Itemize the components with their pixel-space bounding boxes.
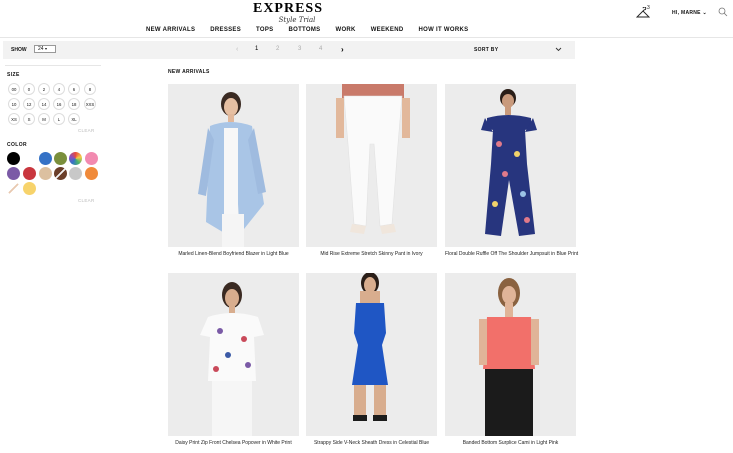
product-image[interactable] [445,84,576,247]
show-per-page-value: 24 [38,46,44,52]
product-card[interactable]: Daisy Print Zip Front Chelsea Popover in… [168,273,299,446]
chevron-down-icon: ▾ [44,46,47,51]
color-swatch-orange[interactable] [85,167,98,180]
color-swatch-grey[interactable] [69,167,82,180]
size-option[interactable]: 00 [8,83,20,95]
product-name[interactable]: Marled Linen-Blend Boyfriend Blazer in L… [168,251,299,257]
size-option[interactable]: 18 [68,98,80,110]
color-swatch-pink[interactable] [85,152,98,165]
color-swatch-green[interactable] [54,152,67,165]
product-image[interactable] [168,84,299,247]
color-swatch-white[interactable] [23,152,36,165]
color-swatch-red[interactable] [23,167,36,180]
header-divider [0,37,733,38]
nav-bottoms[interactable]: BOTTOMS [288,27,320,33]
clear-color-link[interactable]: CLEAR [78,198,95,203]
color-filter-title: COLOR [7,142,28,148]
logo-wordmark: EXPRESS [252,1,324,16]
greeting-label: HI, MARNE [672,10,701,16]
product-card[interactable]: Mid Rise Extreme Stretch Skinny Pant in … [306,84,437,257]
size-option[interactable]: 2 [38,83,50,95]
nav-tops[interactable]: TOPS [256,27,273,33]
product-name[interactable]: Banded Bottom Surplice Cami in Light Pin… [445,440,576,446]
previous-page-icon[interactable]: ‹ [236,46,238,53]
size-option[interactable]: XXS [84,98,96,110]
size-option[interactable]: M [38,113,50,125]
product-card[interactable]: Banded Bottom Surplice Cami in Light Pin… [445,273,576,446]
product-card[interactable]: Floral Double Ruffle Off The Shoulder Ju… [445,84,578,257]
brand-logo[interactable]: EXPRESS Style Trial [252,1,324,24]
product-card[interactable]: Strappy Side V-Neck Sheath Dress in Cele… [306,273,437,446]
search-icon[interactable] [718,7,728,17]
color-swatch-black[interactable] [7,152,20,165]
nav-dresses[interactable]: DRESSES [210,27,241,33]
nav-weekend[interactable]: WEEKEND [371,27,404,33]
logo-tagline: Style Trial [278,16,316,24]
results-toolbar: SHOW 24 ▾ ‹ 1 2 3 4 › SORT BY [3,41,575,59]
color-swatch-blue[interactable] [39,152,52,165]
color-swatch-pattern[interactable] [54,167,67,180]
color-swatch-yellow[interactable] [23,182,36,195]
product-name[interactable]: Strappy Side V-Neck Sheath Dress in Cele… [306,440,437,446]
size-option[interactable]: S [23,113,35,125]
size-option[interactable]: 4 [53,83,65,95]
closet-count-badge: 3 [647,5,650,11]
product-name[interactable]: Daisy Print Zip Front Chelsea Popover in… [168,440,299,446]
color-swatch-tan[interactable] [39,167,52,180]
size-option[interactable]: 16 [53,98,65,110]
size-option[interactable]: L [53,113,65,125]
size-option[interactable]: 0 [23,83,35,95]
account-menu[interactable]: HI, MARNE ⌄ [672,10,707,16]
sort-by-label[interactable]: SORT BY [474,47,498,53]
next-page-icon[interactable]: › [341,45,344,54]
size-option[interactable]: 6 [68,83,80,95]
size-filter-title: SIZE [7,72,20,78]
main-nav: NEW ARRIVALS DRESSES TOPS BOTTOMS WORK W… [146,27,483,33]
product-image[interactable] [168,273,299,436]
chevron-down-icon[interactable] [555,46,562,52]
product-card[interactable]: Marled Linen-Blend Boyfriend Blazer in L… [168,84,299,257]
size-option[interactable]: 14 [38,98,50,110]
show-per-page-select[interactable]: 24 ▾ [34,45,56,53]
nav-work[interactable]: WORK [335,27,355,33]
show-label: SHOW [11,47,27,53]
size-option[interactable]: XS [8,113,20,125]
nav-how-it-works[interactable]: HOW IT WORKS [418,27,468,33]
size-option[interactable]: 10 [8,98,20,110]
size-option[interactable]: 8 [84,83,96,95]
clear-size-link[interactable]: CLEAR [78,128,95,133]
page-1[interactable]: 1 [255,46,258,52]
product-image[interactable] [445,273,576,436]
color-swatch-multi[interactable] [69,152,82,165]
nav-new-arrivals[interactable]: NEW ARRIVALS [146,27,195,33]
page-2[interactable]: 2 [276,46,279,52]
size-option[interactable]: XL [68,113,80,125]
product-name[interactable]: Floral Double Ruffle Off The Shoulder Ju… [445,251,578,257]
filter-divider [5,65,101,66]
color-swatch-nude[interactable] [7,182,20,195]
color-swatch-purple[interactable] [7,167,20,180]
product-image[interactable] [306,273,437,436]
page-3[interactable]: 3 [298,46,301,52]
page-4[interactable]: 4 [319,46,322,52]
product-image[interactable] [306,84,437,247]
size-option[interactable]: 12 [23,98,35,110]
chevron-down-icon: ⌄ [702,10,708,16]
product-name[interactable]: Mid Rise Extreme Stretch Skinny Pant in … [306,251,437,257]
section-title: NEW ARRIVALS [168,69,210,75]
